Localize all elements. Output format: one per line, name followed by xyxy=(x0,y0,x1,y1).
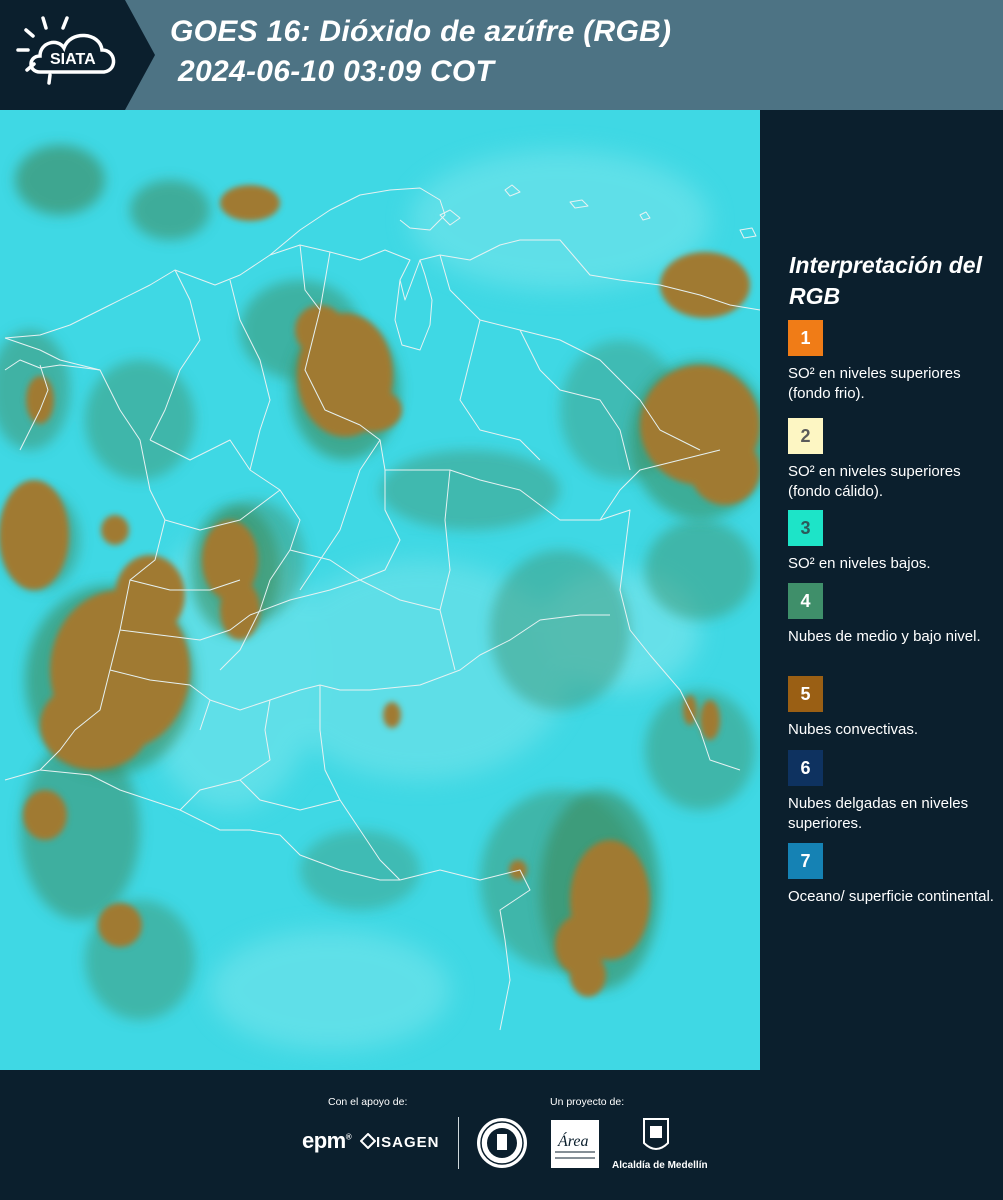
header-bar: SIATA GOES 16: Dióxido de azúfre (RGB) 2… xyxy=(0,0,1003,110)
legend-item: 6 Nubes delgadas en niveles superiores. xyxy=(788,750,998,834)
legend-swatch: 4 xyxy=(788,583,823,619)
isagen-logo: ISAGEN xyxy=(359,1132,440,1151)
legend-item: 7 Oceano/ superficie continental. xyxy=(788,843,998,907)
project-label: Un proyecto de: xyxy=(550,1096,625,1108)
area-metropolitana-logo: Área xyxy=(551,1120,599,1168)
legend-number: 6 xyxy=(800,758,811,778)
isagen-mark-icon xyxy=(359,1132,377,1150)
alcaldia-label: Alcaldía de Medellín xyxy=(612,1160,708,1171)
map-title: GOES 16: Dióxido de azúfre (RGB) xyxy=(170,15,672,48)
legend-swatch: 6 xyxy=(788,750,823,786)
svg-text:SIATA: SIATA xyxy=(50,51,96,68)
footer-divider xyxy=(458,1117,459,1169)
legend-swatch: 3 xyxy=(788,510,823,546)
legend-item: 2 SO² en niveles superiores (fondo cálid… xyxy=(788,418,998,502)
legend-swatch: 1 xyxy=(788,320,823,356)
legend-item: 5 Nubes convectivas. xyxy=(788,676,998,740)
siata-logo: SIATA xyxy=(0,0,155,110)
legend-title: Interpretación del RGB xyxy=(789,252,982,309)
legend-item: 4 Nubes de medio y bajo nivel. xyxy=(788,583,998,647)
legend-panel: Interpretación del RGB 1 SO² en niveles … xyxy=(760,110,1003,1070)
legend-swatch: 7 xyxy=(788,843,823,879)
legend-item: 1 SO² en niveles superiores (fondo frio)… xyxy=(788,320,998,404)
legend-item: 3 SO² en niveles bajos. xyxy=(788,510,998,574)
footer-bar: Con el apoyo de: Un proyecto de: epm® IS… xyxy=(0,1070,1003,1200)
legend-number: 1 xyxy=(800,328,811,348)
legend-description: Nubes de medio y bajo nivel. xyxy=(788,628,981,645)
legend-number: 5 xyxy=(800,684,811,704)
legend-number: 2 xyxy=(800,426,811,446)
legend-description: SO² en niveles superiores (fondo frio). xyxy=(788,365,961,402)
support-label: Con el apoyo de: xyxy=(328,1096,408,1108)
legend-description: Nubes convectivas. xyxy=(788,721,919,738)
legend-description: SO² en niveles bajos. xyxy=(788,555,931,572)
legend-description: Oceano/ superficie continental. xyxy=(788,888,994,905)
legend-swatch: 2 xyxy=(788,418,823,454)
legend-description: Nubes delgadas en niveles superiores. xyxy=(788,795,969,832)
legend-number: 4 xyxy=(800,591,811,611)
epm-logo: epm® xyxy=(302,1128,352,1153)
legend-number: 3 xyxy=(800,518,811,538)
alcaldia-shield-icon xyxy=(641,1117,671,1157)
map-timestamp: 2024-06-10 03:09 COT xyxy=(178,55,495,88)
legend-swatch: 5 xyxy=(788,676,823,712)
svg-text:Área: Área xyxy=(557,1131,589,1150)
legend-description: SO² en niveles superiores (fondo cálido)… xyxy=(788,463,961,500)
municipal-seal-icon xyxy=(477,1118,527,1168)
satellite-map xyxy=(0,110,760,1070)
legend-number: 7 xyxy=(800,851,811,871)
